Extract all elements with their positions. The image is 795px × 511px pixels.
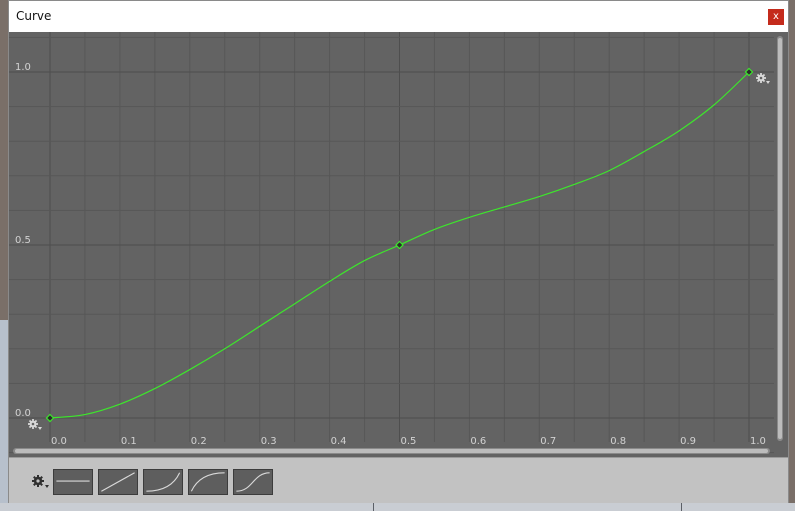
preset-linear-icon: [101, 472, 135, 492]
x-tick-label: 0.9: [680, 436, 696, 447]
x-tick-label: 0.6: [470, 436, 486, 447]
gear-icon[interactable]: [31, 474, 51, 490]
preset-flat-icon: [56, 480, 90, 482]
y-tick-label: 1.0: [15, 62, 31, 73]
vertical-scrollbar-thumb[interactable]: [778, 38, 782, 439]
preset-toolbar: [9, 457, 788, 503]
x-tick-label: 0.2: [191, 436, 207, 447]
curve-chart[interactable]: 0.0 0.1 0.2 0.3 0.4 0.5 0.6 0.7 0.8 0.9 1.0 0.0 0.5 1…: [9, 32, 788, 457]
x-tick-label: 0.3: [261, 436, 277, 447]
background-desktop-strip: [0, 320, 8, 511]
window-title: Curve: [16, 9, 52, 23]
horizontal-scrollbar-thumb[interactable]: [15, 449, 768, 453]
background-taskbar-strip: [0, 503, 795, 511]
background-divider: [373, 503, 374, 511]
preset-ease-in-icon: [146, 472, 181, 492]
x-tick-label: 0.1: [121, 436, 137, 447]
x-tick-label: 0.5: [401, 436, 417, 447]
y-tick-label: 0.0: [15, 408, 31, 419]
x-tick-label: 0.4: [331, 436, 347, 447]
preset-flat-button[interactable]: [53, 469, 93, 495]
window-titlebar[interactable]: Curve x: [9, 1, 788, 32]
y-tick-label: 0.5: [15, 235, 31, 246]
preset-ease-out-icon: [190, 472, 225, 492]
background-divider: [681, 503, 682, 511]
chevron-down-icon: [45, 485, 49, 488]
x-tick-label: 0.7: [540, 436, 556, 447]
preset-ease-in-button[interactable]: [143, 469, 183, 495]
curve-window: Curve x 0.0 0.1 0.2 0.3 0.4 0.5 0.6 0.7 0.8 0.9 1.…: [8, 0, 789, 503]
preset-ease-in-out-button[interactable]: [233, 469, 273, 495]
x-tick-label: 0.0: [51, 436, 67, 447]
x-tick-label: 0.8: [610, 436, 626, 447]
preset-ease-out-button[interactable]: [188, 469, 228, 495]
curve-plot-area[interactable]: 0.0 0.1 0.2 0.3 0.4 0.5 0.6 0.7 0.8 0.9 1.0 0.0 0.5 1…: [9, 32, 788, 457]
close-button[interactable]: x: [768, 9, 784, 25]
preset-linear-button[interactable]: [98, 469, 138, 495]
preset-ease-in-out-icon: [236, 472, 270, 492]
x-tick-label: 1.0: [750, 436, 766, 447]
